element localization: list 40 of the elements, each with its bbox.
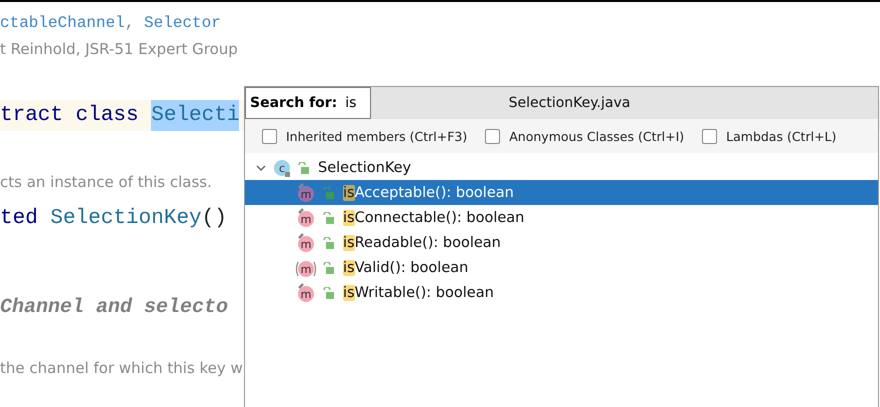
tree-row[interactable]: m isReadable(): boolean bbox=[245, 230, 878, 255]
doc-link[interactable]: ctableChannel bbox=[0, 14, 125, 32]
doc-heading: Channel and selecto bbox=[0, 296, 228, 319]
method-label: isReadable(): boolean bbox=[343, 234, 501, 250]
lock-icon bbox=[297, 162, 309, 174]
lock-icon bbox=[322, 262, 334, 274]
class-icon: c bbox=[272, 158, 292, 178]
lock-icon bbox=[322, 186, 334, 198]
method-icon: m bbox=[295, 208, 317, 228]
tree-item[interactable]: SelectionKey bbox=[318, 160, 412, 176]
doc-link[interactable]: Selector bbox=[144, 14, 221, 32]
doc-text: the channel for which this key w bbox=[0, 359, 243, 377]
checkbox-label: Inherited members (Ctrl+F3) bbox=[286, 128, 468, 144]
lock-icon bbox=[322, 236, 334, 248]
checkbox[interactable] bbox=[702, 128, 718, 144]
checkbox-label: Lambdas (Ctrl+L) bbox=[726, 128, 836, 144]
lock-icon bbox=[322, 286, 334, 298]
popup-title: SelectionKey.java bbox=[508, 95, 632, 111]
doc-text: cts an instance of this class. bbox=[0, 173, 212, 191]
method-label: isWritable(): boolean bbox=[343, 284, 494, 300]
checkbox[interactable] bbox=[485, 128, 500, 144]
code-text: () bbox=[202, 206, 227, 232]
search-value: is bbox=[345, 95, 356, 111]
method-icon: m bbox=[295, 282, 317, 302]
method-icon: m bbox=[295, 182, 317, 202]
code-text: Selecti bbox=[151, 100, 240, 131]
checkbox-label: Anonymous Classes (Ctrl+I) bbox=[509, 128, 684, 144]
method-label: isConnectable(): boolean bbox=[343, 210, 524, 226]
separator-text: , bbox=[124, 14, 136, 32]
code-keyword: tract class bbox=[0, 103, 140, 129]
search-field[interactable]: Search for: is bbox=[245, 87, 371, 119]
lock-icon bbox=[322, 212, 334, 224]
checkbox[interactable] bbox=[262, 128, 277, 144]
search-label: Search for: bbox=[250, 95, 338, 111]
method-icon: m bbox=[295, 232, 317, 252]
doc-text: t Reinhold, JSR-51 Expert Group bbox=[0, 40, 238, 58]
code-keyword: ted bbox=[0, 206, 39, 232]
tree-row[interactable]: m isConnectable(): boolean bbox=[245, 205, 878, 230]
tree-row[interactable]: m isWritable(): boolean bbox=[245, 280, 878, 305]
code-text: SelectionKey bbox=[50, 206, 202, 232]
